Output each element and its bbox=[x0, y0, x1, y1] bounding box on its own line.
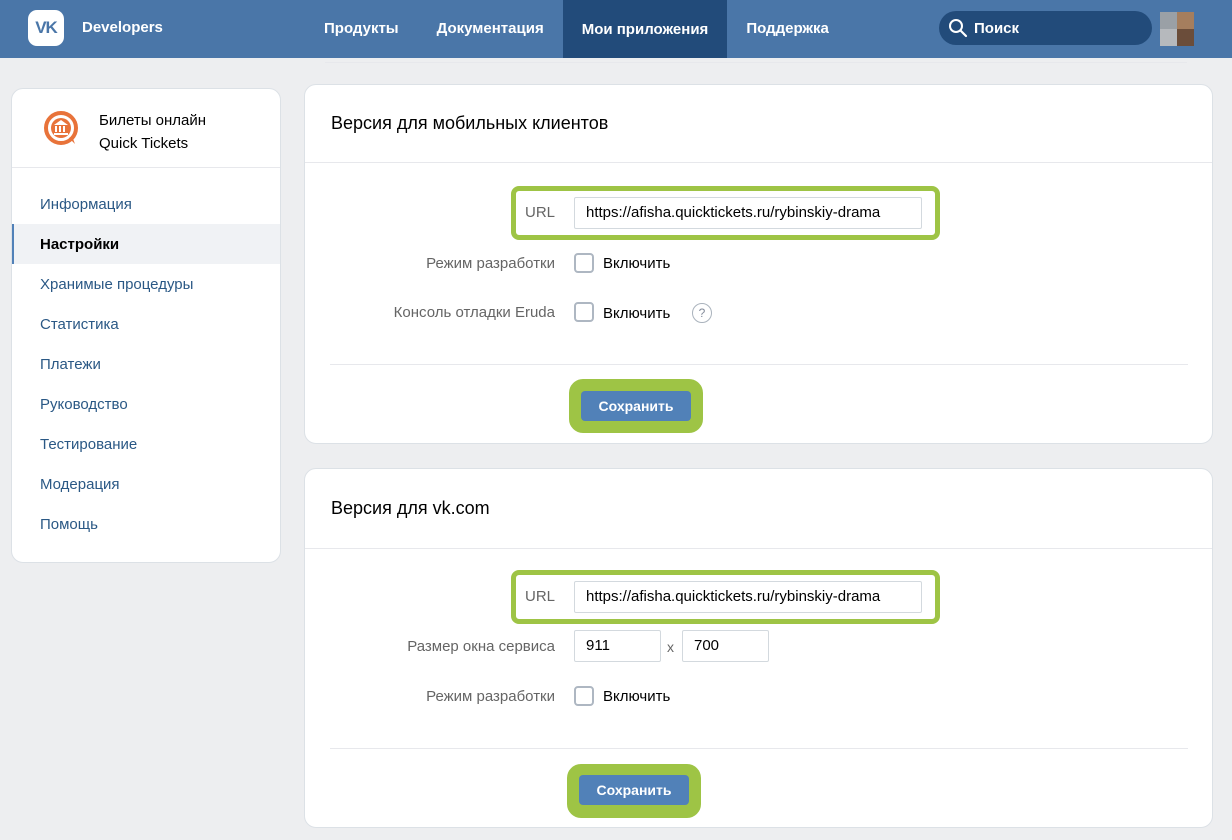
app-sidebar: Билеты онлайн Quick Tickets Информация Н… bbox=[11, 88, 281, 563]
sidebar-item-payments[interactable]: Платежи bbox=[12, 344, 280, 384]
nav-documentation[interactable]: Документация bbox=[418, 0, 563, 56]
mobile-version-card: Версия для мобильных клиентов URL https:… bbox=[304, 84, 1213, 444]
divider bbox=[330, 748, 1188, 749]
mobile-url-input[interactable]: https://afisha.quicktickets.ru/rybinskiy… bbox=[574, 197, 922, 229]
brand-title[interactable]: Developers bbox=[82, 19, 163, 36]
help-icon[interactable]: ? bbox=[692, 303, 712, 323]
dev-mode-label: Режим разработки bbox=[426, 255, 555, 272]
dev-mode-label: Режим разработки bbox=[426, 688, 555, 705]
sidebar-item-settings[interactable]: Настройки bbox=[12, 224, 280, 264]
eruda-label: Консоль отладки Eruda bbox=[393, 304, 555, 321]
top-navbar: VK Developers Продукты Документация Мои … bbox=[0, 0, 1232, 58]
nav-products[interactable]: Продукты bbox=[305, 0, 418, 56]
sidebar-item-info[interactable]: Информация bbox=[12, 184, 280, 224]
dev-mode-checkbox-label[interactable]: Включить bbox=[603, 255, 670, 272]
divider bbox=[330, 364, 1188, 365]
eruda-checkbox[interactable] bbox=[574, 302, 594, 322]
sidebar-menu: Информация Настройки Хранимые процедуры … bbox=[12, 168, 280, 544]
dev-mode-checkbox[interactable] bbox=[574, 686, 594, 706]
divider bbox=[325, 62, 1187, 63]
vk-version-card: Версия для vk.com URL https://afisha.qui… bbox=[304, 468, 1213, 828]
nav-support[interactable]: Поддержка bbox=[727, 0, 848, 56]
app-name: Билеты онлайн Quick Tickets bbox=[99, 112, 207, 152]
avatar[interactable] bbox=[1160, 12, 1194, 46]
nav-my-apps[interactable]: Мои приложения bbox=[562, 0, 728, 58]
mobile-save-button[interactable]: Сохранить bbox=[581, 391, 691, 421]
sidebar-item-statistics[interactable]: Статистика bbox=[12, 304, 280, 344]
sidebar-item-help[interactable]: Помощь bbox=[12, 504, 280, 544]
search-input[interactable]: Поиск bbox=[939, 11, 1152, 45]
dev-mode-checkbox-label[interactable]: Включить bbox=[603, 688, 670, 705]
sidebar-item-stored-procedures[interactable]: Хранимые процедуры bbox=[12, 264, 280, 304]
window-width-input[interactable]: 911 bbox=[574, 630, 661, 662]
main-nav: Продукты Документация Мои приложения Под… bbox=[305, 0, 848, 58]
vk-logo[interactable]: VK bbox=[28, 10, 64, 46]
search-icon bbox=[949, 19, 968, 38]
dev-mode-checkbox[interactable] bbox=[574, 253, 594, 273]
sidebar-item-guide[interactable]: Руководство bbox=[12, 384, 280, 424]
vk-save-button[interactable]: Сохранить bbox=[579, 775, 689, 805]
search-placeholder: Поиск bbox=[974, 19, 1020, 37]
url-label: URL bbox=[524, 588, 555, 605]
vk-url-input[interactable]: https://afisha.quicktickets.ru/rybinskiy… bbox=[574, 581, 922, 613]
sidebar-item-testing[interactable]: Тестирование bbox=[12, 424, 280, 464]
size-separator: x bbox=[667, 639, 674, 655]
app-logo-icon bbox=[44, 111, 78, 145]
url-label: URL bbox=[524, 204, 555, 221]
sidebar-item-moderation[interactable]: Модерация bbox=[12, 464, 280, 504]
eruda-checkbox-label[interactable]: Включить bbox=[603, 305, 670, 322]
window-height-input[interactable]: 700 bbox=[682, 630, 769, 662]
vk-section-title: Версия для vk.com bbox=[305, 469, 1212, 549]
mobile-section-title: Версия для мобильных клиентов bbox=[305, 85, 1212, 163]
app-header: Билеты онлайн Quick Tickets bbox=[12, 89, 280, 168]
window-size-label: Размер окна сервиса bbox=[407, 638, 555, 655]
